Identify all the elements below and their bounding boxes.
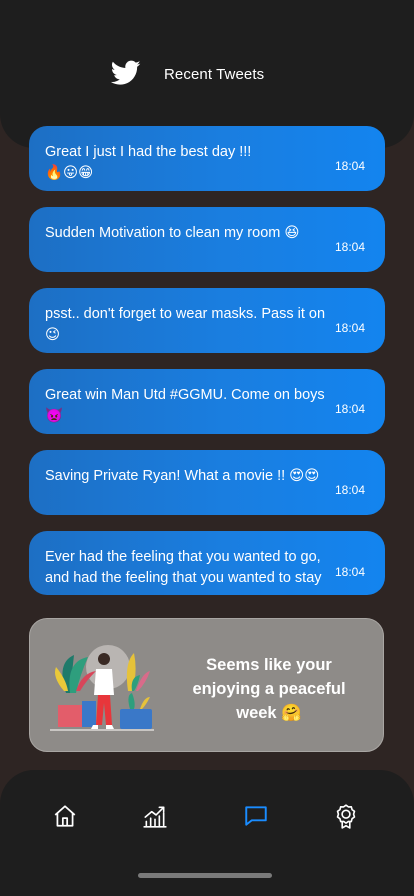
tweet-card[interactable]: Ever had the feeling that you wanted to … <box>29 531 385 595</box>
tweet-text: Sudden Motivation to clean my room 😆 <box>45 225 300 241</box>
tweet-card[interactable]: Saving Private Ryan! What a movie !! 😍😍 … <box>29 450 385 515</box>
chat-icon[interactable] <box>243 803 269 829</box>
tweet-time: 18:04 <box>334 321 365 335</box>
tweet-card[interactable]: psst.. don't forget to wear masks. Pass … <box>29 288 385 353</box>
mood-card: Seems like your enjoying a peaceful week… <box>29 618 384 752</box>
stats-icon[interactable] <box>142 803 168 829</box>
tweet-emoji: 🔥😛😁 <box>45 165 94 181</box>
tweet-text: Ever had the feeling that you wanted to … <box>45 549 322 586</box>
home-icon[interactable] <box>52 803 78 829</box>
tweet-card[interactable]: Great I just I had the best day !!! 🔥😛😁 1… <box>29 126 385 191</box>
tweet-time: 18:04 <box>334 240 365 254</box>
tweet-card[interactable]: Great win Man Utd #GGMU. Come on boys 👿 … <box>29 369 385 434</box>
tweet-time: 18:04 <box>334 565 365 579</box>
page-title: Recent Tweets <box>164 66 265 83</box>
tweet-card[interactable]: Sudden Motivation to clean my room 😆 18:… <box>29 207 385 272</box>
tweet-time: 18:04 <box>334 483 365 497</box>
twitter-bird-icon <box>111 60 141 85</box>
tweet-text: Great I just I had the best day !!! 🔥😛😁 <box>45 144 252 181</box>
tweet-text: Great win Man Utd #GGMU. Come on boys 👿 <box>45 387 325 424</box>
tweet-time: 18:04 <box>334 402 365 416</box>
tweet-text: Saving Private Ryan! What a movie !! 😍😍 <box>45 468 320 484</box>
home-indicator <box>138 873 272 878</box>
tweet-text: psst.. don't forget to wear masks. Pass … <box>45 306 326 343</box>
relaxing-person-illustration <box>50 645 154 731</box>
mood-message: Seems like your enjoying a peaceful week… <box>192 656 346 722</box>
award-icon[interactable] <box>333 803 359 829</box>
tweet-time: 18:04 <box>334 159 365 173</box>
